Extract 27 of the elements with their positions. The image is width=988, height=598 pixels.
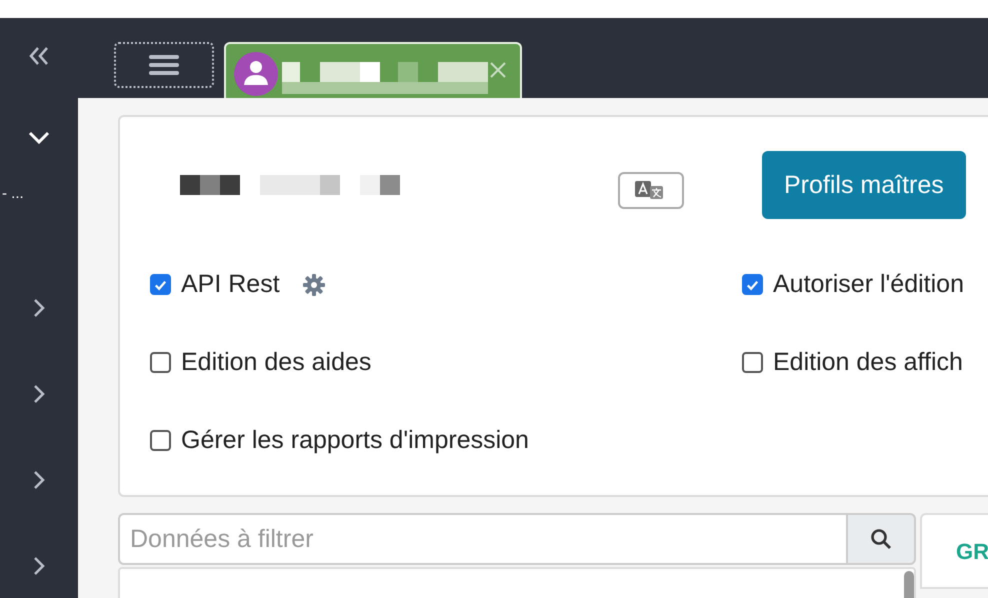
sidebar-label[interactable]: - ... [2, 184, 24, 202]
chevron-right-icon[interactable] [33, 384, 45, 404]
chevron-right-icon[interactable] [33, 298, 45, 318]
chevron-right-icon[interactable] [33, 556, 45, 576]
checkbox-label[interactable]: Edition des aides [181, 348, 372, 377]
checkbox-label[interactable]: Gérer les rapports d'impression [181, 426, 529, 455]
avatar-icon [234, 52, 278, 96]
checkbox-label[interactable]: API Rest [181, 270, 280, 299]
checkbox-label[interactable]: Edition des affich [773, 348, 963, 377]
translate-button[interactable] [618, 172, 684, 208]
user-tab[interactable] [224, 42, 522, 98]
search-button[interactable] [846, 513, 916, 565]
menu-icon [148, 54, 180, 76]
chevron-down-icon[interactable] [28, 131, 50, 145]
checkbox[interactable] [150, 274, 171, 295]
search-icon [870, 528, 892, 550]
checkbox[interactable] [742, 352, 763, 373]
checkbox[interactable] [742, 274, 763, 295]
profiles-button[interactable]: Profils maîtres [762, 151, 966, 219]
chevron-right-icon[interactable] [33, 470, 45, 490]
checkbox[interactable] [150, 352, 171, 373]
checkbox[interactable] [150, 430, 171, 451]
settings-icon[interactable] [302, 272, 326, 296]
double-chevron-left-icon[interactable] [28, 46, 50, 66]
filter-field[interactable]: Données à filtrer [118, 513, 846, 565]
menu-button[interactable] [114, 42, 214, 88]
checkbox-label[interactable]: Autoriser l'édition [773, 270, 964, 299]
